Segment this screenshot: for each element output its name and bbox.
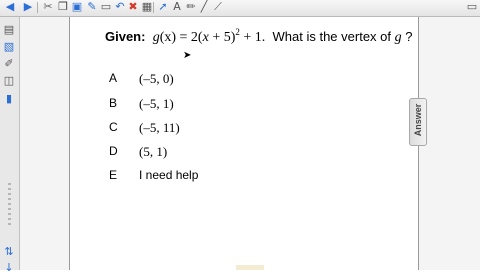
resize-handle[interactable]	[8, 183, 11, 227]
choice-d-text[interactable]: (5, 1)	[139, 144, 167, 160]
choice-b-text[interactable]: (–5, 1)	[139, 96, 174, 112]
undo-icon[interactable]: ↶	[114, 1, 126, 13]
question-mark: ?	[401, 29, 413, 44]
cursor-icon[interactable]: ➚	[157, 1, 169, 13]
page-sorter-icon[interactable]: ▤	[3, 24, 15, 36]
plus-five: + 5)	[208, 30, 236, 45]
mouse-cursor-icon: ➤	[183, 50, 192, 61]
pen-icon[interactable]: ✎	[86, 1, 98, 13]
pencil-icon[interactable]: ✏	[185, 1, 197, 13]
question-prompt: What is the vertex of	[272, 29, 395, 44]
paste-icon[interactable]: ▣	[71, 1, 83, 13]
page-footer-mark	[236, 265, 264, 270]
line-icon[interactable]: ⟋	[212, 1, 224, 13]
cut-icon[interactable]: ✂	[42, 1, 54, 13]
gallery-icon[interactable]: ▧	[3, 41, 15, 53]
side-panel: ▤ ▧ ✐ ◫ ▮ ⇅ ↓	[0, 17, 20, 274]
choice-e-letter: E	[109, 168, 118, 182]
forward-icon[interactable]: ▶	[22, 1, 34, 13]
question-line: Given: g(x) = 2(x + 5)2 + 1. What is the…	[105, 27, 413, 46]
addons-icon[interactable]: ▮	[3, 93, 15, 105]
canvas-margin-left	[20, 17, 69, 270]
choice-c-letter: C	[109, 120, 118, 134]
toolbar-separator	[37, 2, 38, 13]
shape-icon[interactable]: ╱	[198, 1, 210, 13]
toolbar-separator	[153, 2, 154, 13]
hide-sidebar-icon[interactable]: ↓	[3, 262, 15, 274]
back-icon[interactable]: ◀	[4, 1, 16, 13]
table-icon[interactable]: ▦	[141, 1, 153, 13]
eraser-icon[interactable]: ▭	[100, 1, 112, 13]
canvas-margin-right	[418, 17, 480, 270]
choice-a-text[interactable]: (–5, 0)	[139, 71, 174, 87]
main-toolbar: ◀ ▶ ✂ ❐ ▣ ✎ ▭ ↶ ✖ ▦ ➚ A ✏ ╱ ⟋ ▭	[0, 0, 480, 17]
given-label: Given:	[105, 29, 146, 44]
equals-part: = 2(	[179, 30, 203, 45]
exponent: 2	[235, 27, 240, 37]
move-sidebar-icon[interactable]: ⇅	[3, 246, 15, 258]
prompt-variable: g	[394, 30, 402, 45]
screen-icon[interactable]: ▭	[466, 1, 478, 13]
choice-c-text[interactable]: (–5, 11)	[139, 120, 180, 136]
attachments-icon[interactable]: ✐	[3, 58, 15, 70]
choice-b-letter: B	[109, 96, 118, 110]
choice-a-letter: A	[109, 71, 118, 85]
choice-d-letter: D	[109, 144, 118, 158]
answer-tab-label: Answer	[413, 103, 423, 137]
text-icon[interactable]: A	[171, 1, 183, 13]
choice-e-text[interactable]: I need help	[139, 168, 198, 182]
answer-tab[interactable]: Answer	[409, 98, 427, 146]
plus-one: + 1.	[239, 30, 266, 45]
delete-icon[interactable]: ✖	[127, 1, 139, 13]
function-argument: (x)	[159, 30, 177, 45]
function-expression: g(x) = 2(x + 5)2 + 1.	[152, 27, 266, 45]
properties-icon[interactable]: ◫	[3, 75, 15, 87]
function-name: g	[152, 30, 160, 45]
whiteboard-page[interactable]	[69, 17, 419, 270]
copy-icon[interactable]: ❐	[57, 1, 69, 13]
